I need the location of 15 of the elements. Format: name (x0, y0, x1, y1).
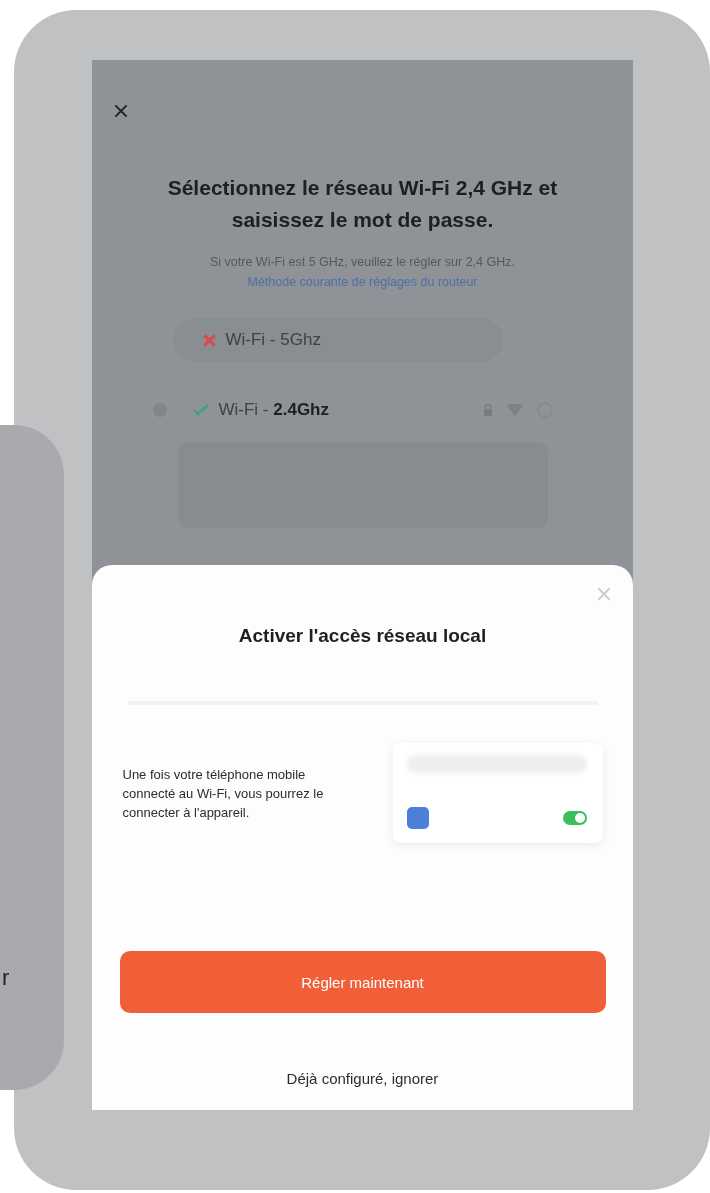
set-now-button[interactable]: Régler maintenant (119, 951, 606, 1013)
lock-icon (482, 403, 493, 417)
router-settings-link[interactable]: Méthode courante de réglages du routeur (247, 275, 478, 289)
network-row[interactable]: Wi-Fi - 5Ghz (172, 318, 503, 362)
close-icon[interactable] (114, 104, 128, 118)
skip-link[interactable]: Déjà configuré, ignorer (119, 1047, 606, 1109)
app-icon (406, 807, 429, 829)
sheet-title: Activer l'accès réseau local (238, 625, 487, 647)
screen-title: Sélectionnez le réseau Wi-Fi 2,4 GHz et saisissez le mot de passe. (166, 175, 559, 233)
network-name: Wi-Fi - 5Ghz (225, 330, 321, 350)
network-row[interactable]: Wi-Fi - 2.4Ghz (152, 388, 573, 432)
network-name: Wi-Fi - 2.4Ghz (218, 400, 329, 420)
hint-text: Si votre Wi-Fi est 5 GHz, veuillez le régler sur 2,4 GHz. Méthode courante de réglages du routeur (209, 254, 516, 291)
description-text: Une fois votre téléphone mobile connecté au Wi-Fi, vous pourrez le connecter à l'appareil. (122, 765, 325, 822)
card-text: r (2, 965, 10, 991)
